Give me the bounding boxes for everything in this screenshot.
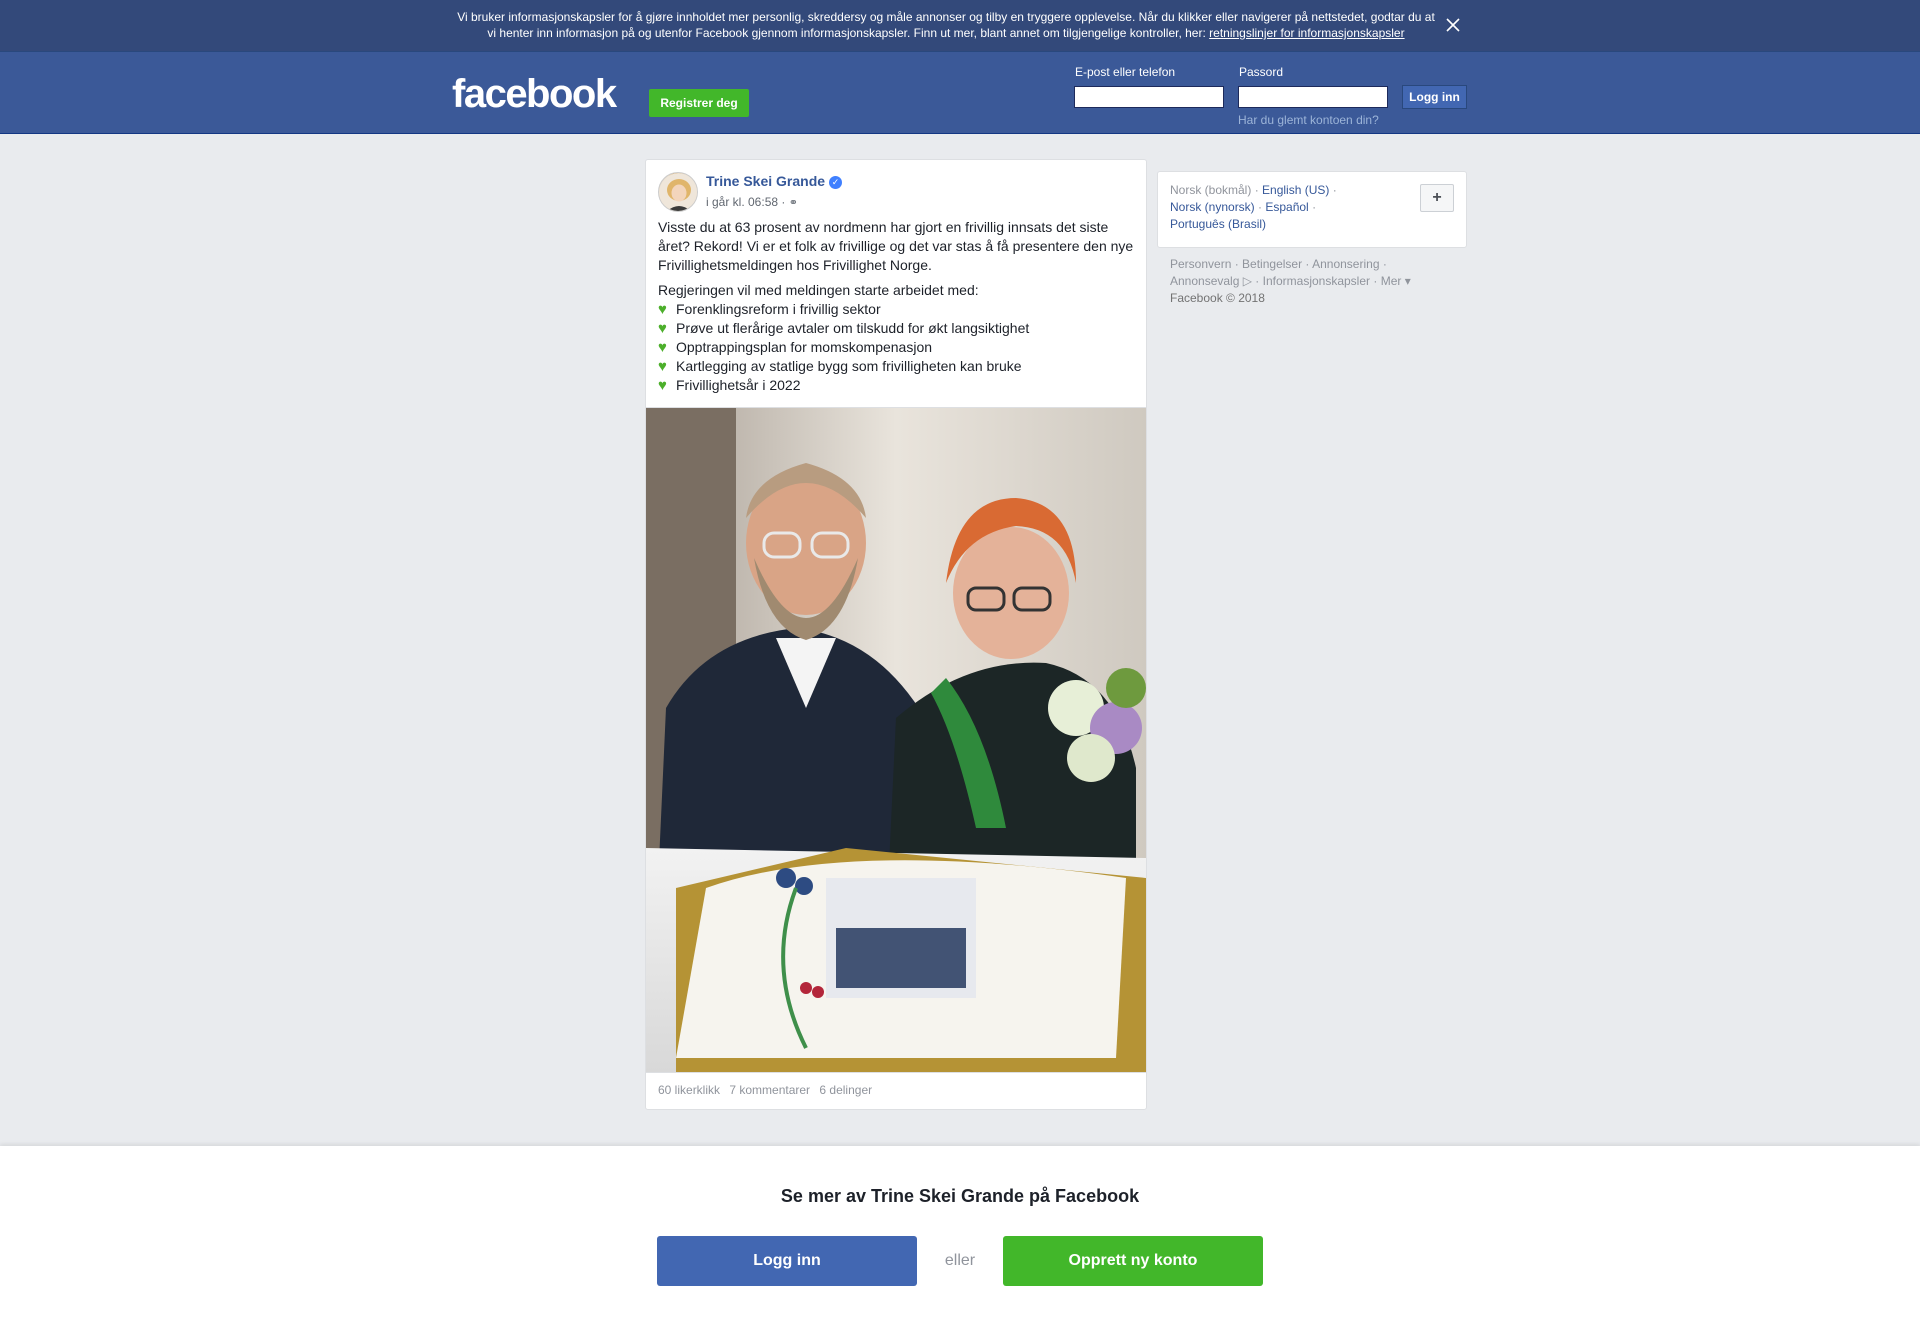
list-item: ♥ Opptrappingsplan for momskompenasjon	[658, 338, 1138, 357]
post-card: Trine Skei Grande ✓ i går kl. 06:58 · ⚭ V…	[645, 159, 1147, 1110]
list-item: ♥ Forenklingsreform i frivillig sektor	[658, 300, 1138, 319]
footer-link[interactable]: Betingelser	[1242, 257, 1302, 271]
footer-link[interactable]: Informasjonskapsler	[1263, 274, 1370, 288]
close-icon[interactable]	[1443, 15, 1463, 35]
author-avatar[interactable]	[658, 172, 698, 212]
cookie-policy-link[interactable]: retningslinjer for informasjonskapsler	[1209, 26, 1404, 40]
author-name[interactable]: Trine Skei Grande	[706, 173, 825, 189]
globe-icon[interactable]: ⚭	[789, 197, 798, 209]
green-heart-icon: ♥	[658, 358, 667, 375]
list-item-text: Opptrappingsplan for momskompenasjon	[676, 339, 933, 355]
list-item: ♥ Prøve ut flerårige avtaler om tilskudd …	[658, 319, 1138, 338]
create-account-button[interactable]: Opprett ny konto	[1003, 1236, 1263, 1286]
green-heart-icon: ♥	[658, 301, 667, 318]
post-paragraph: Visste du at 63 prosent av nordmenn har …	[658, 219, 1134, 273]
current-language: Norsk (bokmål)	[1170, 183, 1252, 197]
green-heart-icon: ♥	[658, 339, 667, 356]
list-item-text: Forenklingsreform i frivillig sektor	[676, 301, 881, 317]
facebook-logo[interactable]: facebook	[452, 74, 617, 114]
language-option[interactable]: Español	[1265, 200, 1308, 214]
author-name-link[interactable]: Trine Skei Grande ✓	[706, 173, 843, 189]
post-photo[interactable]	[646, 407, 1146, 1073]
list-item: ♥ Kartlegging av statlige bygg som frivil…	[658, 357, 1138, 376]
login-prompt-bar: Se mer av Trine Skei Grande på Facebook …	[0, 1146, 1920, 1326]
top-header: facebook Registrer deg E-post eller tele…	[0, 52, 1920, 134]
post-intro: Regjeringen vil med meldingen starte arb…	[658, 282, 979, 298]
post-stats: 60 likerklikk 7 kommentarer 6 delinger	[658, 1083, 878, 1097]
language-option[interactable]: English (US)	[1262, 183, 1329, 197]
footer-link[interactable]: Annonsering	[1312, 257, 1379, 271]
footer-links: Personvern · Betingelser · Annonsering ·…	[1170, 257, 1411, 305]
or-label: eller	[944, 1252, 976, 1269]
list-item-text: Prøve ut flerårige avtaler om tilskudd f…	[676, 320, 1030, 336]
language-option[interactable]: Português (Brasil)	[1170, 217, 1266, 231]
email-label: E-post eller telefon	[1075, 65, 1176, 79]
comments-count[interactable]: 7 kommentarer	[729, 1083, 810, 1097]
cookie-banner: Vi bruker informasjonskapsler for å gjør…	[0, 0, 1920, 52]
list-item: ♥ Frivillighetsår i 2022	[658, 376, 1138, 395]
adchoices-icon: ▷	[1242, 274, 1252, 288]
footer-link[interactable]: Annonsevalg	[1170, 274, 1239, 288]
password-field[interactable]	[1238, 86, 1388, 108]
password-label: Passord	[1239, 65, 1284, 79]
bottom-login-button[interactable]: Logg inn	[657, 1236, 917, 1286]
login-prompt-title: Se mer av Trine Skei Grande på Facebook	[780, 1186, 1140, 1206]
list-item-text: Kartlegging av statlige bygg som frivill…	[676, 358, 1022, 374]
email-field[interactable]	[1074, 86, 1224, 108]
footer-link[interactable]: Personvern	[1170, 257, 1231, 271]
list-item-text: Frivillighetsår i 2022	[676, 377, 801, 393]
register-button[interactable]: Registrer deg	[649, 89, 749, 117]
language-option[interactable]: Norsk (nynorsk)	[1170, 200, 1255, 214]
language-selector: Norsk (bokmål) · English (US) · Norsk (n…	[1157, 171, 1467, 248]
green-heart-icon: ♥	[658, 320, 667, 337]
cookie-banner-text: Vi bruker informasjonskapsler for å gjør…	[452, 9, 1440, 41]
copyright: Facebook © 2018	[1170, 291, 1265, 305]
likes-count[interactable]: 60 likerklikk	[658, 1083, 720, 1097]
green-heart-icon: ♥	[658, 377, 667, 394]
verified-badge-icon: ✓	[829, 176, 843, 189]
dropdown-icon[interactable]: ▾	[1405, 274, 1411, 288]
footer-link[interactable]: Mer	[1381, 274, 1402, 288]
post-timestamp[interactable]: i går kl. 06:58 ·	[706, 195, 785, 209]
login-button[interactable]: Logg inn	[1402, 85, 1467, 109]
forgot-account-link[interactable]: Har du glemt kontoen din?	[1238, 113, 1379, 127]
language-list: Norsk (bokmål) · English (US) · Norsk (n…	[1170, 183, 1337, 231]
shares-count[interactable]: 6 delinger	[819, 1083, 872, 1097]
more-languages-button[interactable]: +	[1420, 184, 1454, 212]
post-body: Visste du at 63 prosent av nordmenn har …	[658, 218, 1138, 395]
post-meta: i går kl. 06:58 · ⚭	[706, 195, 798, 209]
